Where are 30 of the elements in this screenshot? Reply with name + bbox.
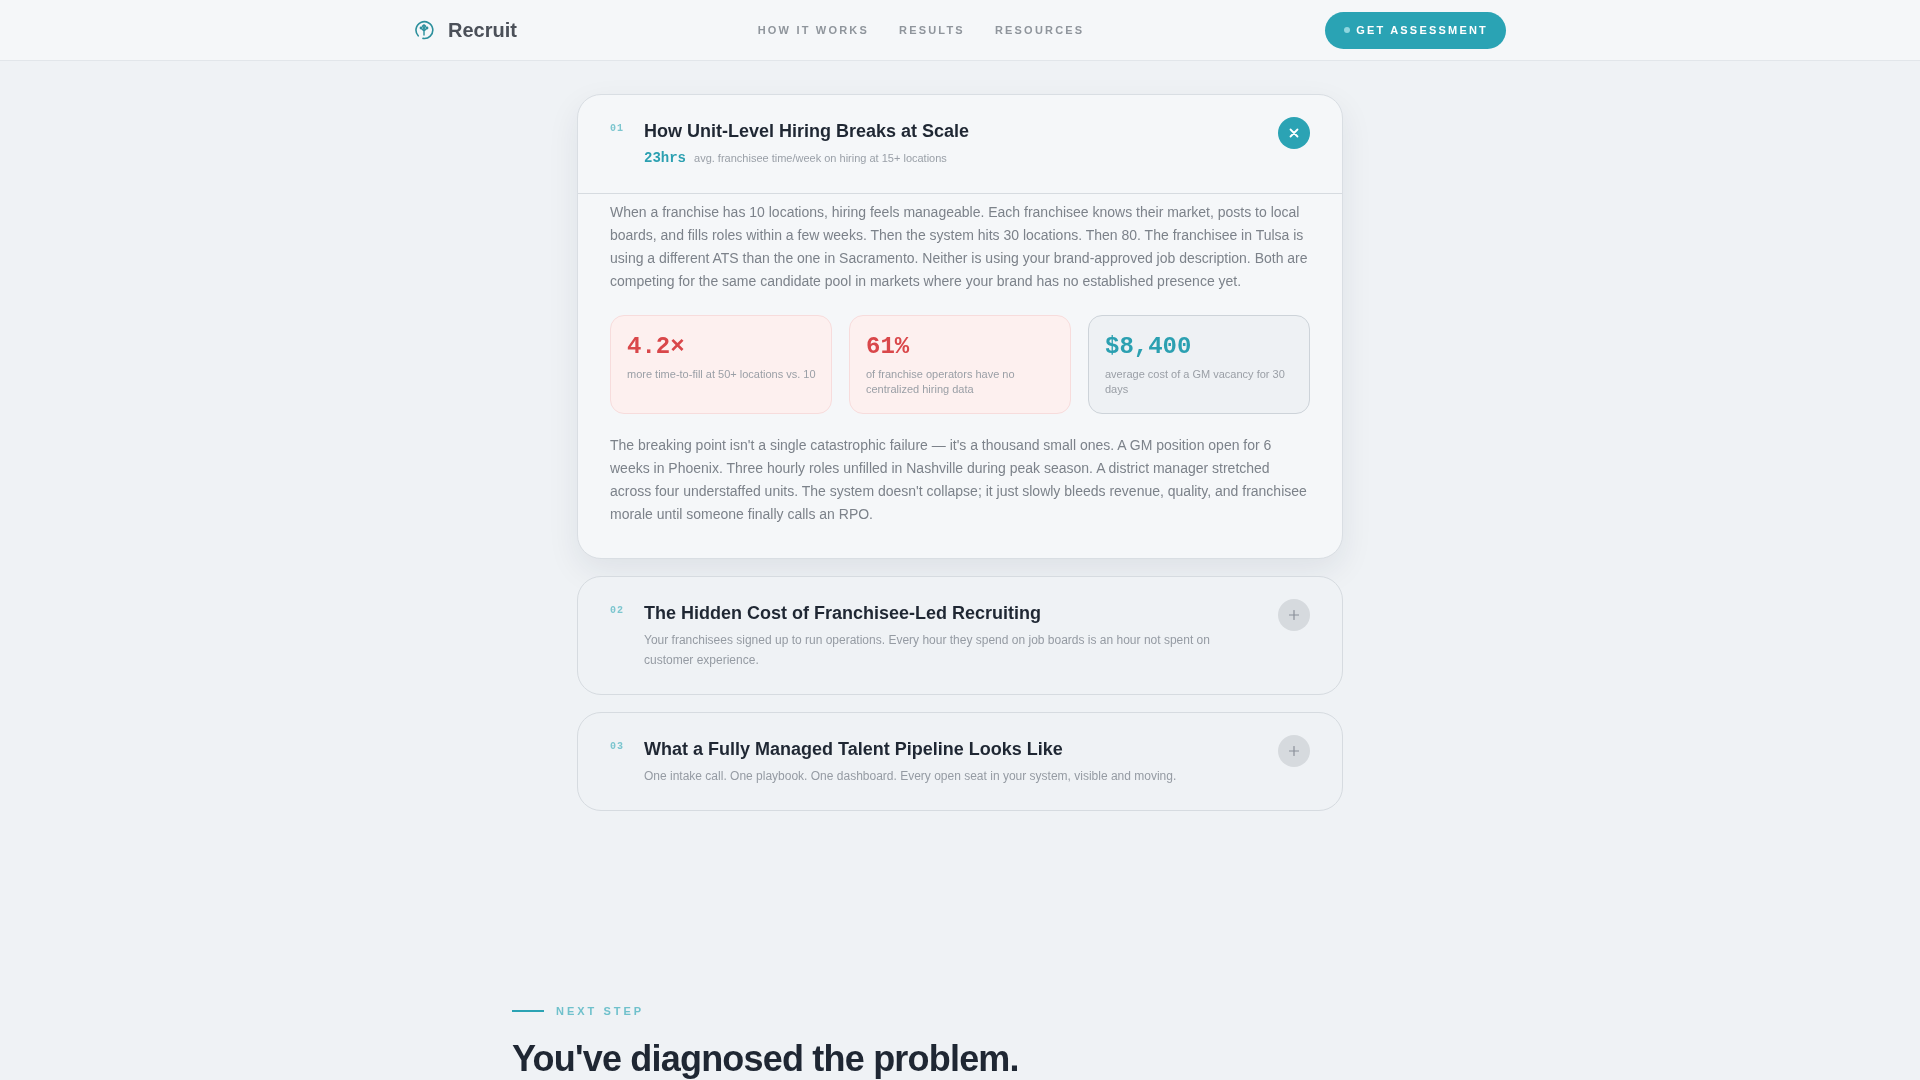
item-number: 03 [610, 740, 625, 754]
close-button[interactable] [1278, 117, 1310, 149]
expand-button[interactable] [1278, 735, 1310, 767]
item-title[interactable]: The Hidden Cost of Franchisee-Led Recruiting [644, 601, 1262, 625]
item-title[interactable]: How Unit-Level Hiring Breaks at Scale [644, 119, 1262, 143]
stat-value: 4.2× [627, 332, 686, 361]
item-summary: One intake call. One playbook. One dashboard. Every open seat in your system, visible and moving. [644, 768, 1178, 785]
section-heading: You've diagnosed the problem. [512, 1038, 1020, 1080]
brand-name[interactable]: Recruit [448, 18, 517, 42]
expand-button[interactable] [1278, 599, 1310, 631]
item-number: 02 [610, 604, 625, 618]
plus-icon [1289, 746, 1299, 756]
item-number: 01 [610, 122, 625, 136]
plus-icon [1289, 610, 1299, 620]
item-summary: Your franchisees signed up to run operations. Every hour they spend on job boards is an hour not spent on customer experience. [644, 632, 1211, 669]
stat-label: of franchise operators have no centralized hiring data [866, 367, 1016, 397]
metric-label: avg. franchisee time/week on hiring at 15+ locations [694, 152, 947, 164]
stat-value: $8,400 [1105, 332, 1193, 361]
dot-icon [1344, 27, 1351, 33]
logo-icon [414, 20, 434, 40]
accent-rule [512, 1010, 544, 1012]
stat-value: 61% [866, 332, 911, 361]
body-paragraph: When a franchise has 10 locations, hiring feels manageable. Each franchisee knows their market, posts to local boards, and fills roles within a few weeks. Then the system hits 30 locations. Then 80. The franchisee in Tulsa is using a different ATS than the one in Sacramento. Neither is using your brand-approved job description. Both are competing for the same candidate pool in markets where your brand has no established presence yet. [610, 203, 1309, 291]
body-paragraph: The breaking point isn't a single catastrophic failure — it's a thousand small ones. A GM position open for 6 weeks in Phoenix. Three hourly roles unfilled in Nashville during peak season. A district manager stretched across four understaffed units. The system doesn't collapse; it just slowly bleeds revenue, quality, and franchisee morale until someone finally calls an RPO. [610, 436, 1308, 524]
item-title[interactable]: What a Fully Managed Talent Pipeline Looks Like [644, 737, 1262, 761]
stat-label: average cost of a GM vacancy for 30 days [1105, 367, 1286, 397]
stat-label: more time-to-fill at 50+ locations vs. 10 [627, 367, 817, 382]
close-icon [1289, 128, 1299, 138]
eyebrow-label: NEXT STEP [556, 1004, 645, 1018]
metric-value: 23hrs [644, 149, 686, 167]
